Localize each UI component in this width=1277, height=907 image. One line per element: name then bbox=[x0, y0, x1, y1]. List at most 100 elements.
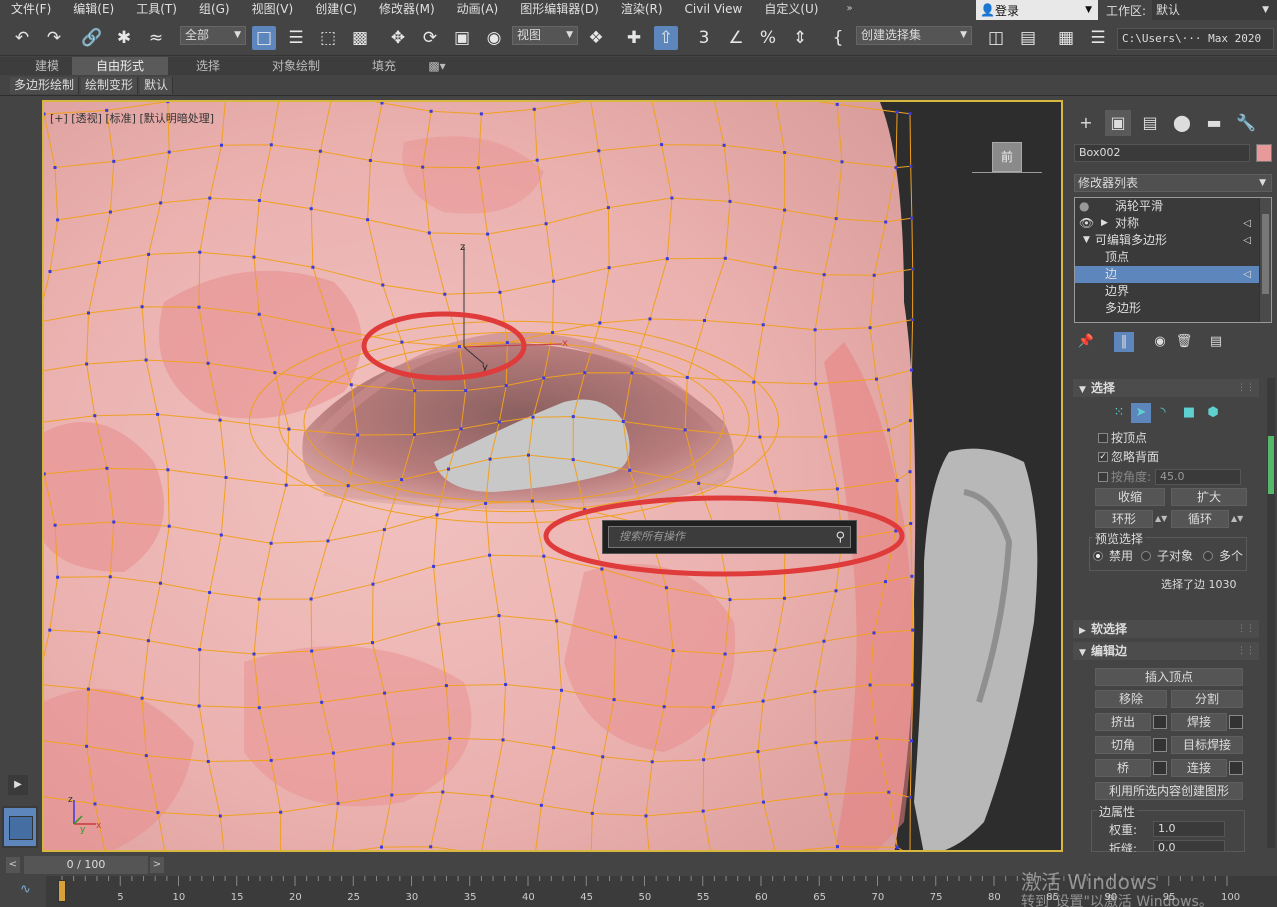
by-vertex-checkbox[interactable] bbox=[1098, 433, 1108, 443]
angle-snap-icon[interactable]: ∠ bbox=[724, 26, 748, 50]
select-by-name-icon[interactable]: ☰ bbox=[284, 26, 308, 50]
expand-icon[interactable]: ▶ bbox=[1101, 215, 1108, 232]
extrude-button[interactable]: 挤出 bbox=[1095, 713, 1151, 731]
menu-overflow-icon[interactable]: » bbox=[835, 0, 863, 20]
link-icon[interactable]: 🔗 bbox=[80, 26, 104, 50]
stack-item-symmetry[interactable]: 👁 ▶ 对称 ◁ bbox=[1075, 215, 1271, 232]
menu-item[interactable]: 文件(F) bbox=[0, 0, 62, 20]
weight-spinner[interactable]: 1.0 bbox=[1153, 821, 1225, 837]
ribbon-options-icon[interactable]: ▩▾ bbox=[424, 57, 450, 75]
menu-item[interactable]: 渲染(R) bbox=[610, 0, 674, 20]
remove-modifier-icon[interactable]: 🗑 bbox=[1174, 332, 1194, 352]
tab-freeform[interactable]: 自由形式 bbox=[72, 57, 168, 75]
undo-icon[interactable]: ↶ bbox=[10, 26, 34, 50]
expand-arrow-icon[interactable]: ▶ bbox=[8, 775, 28, 795]
project-path-field[interactable]: C:\Users\··· Max 2020 bbox=[1117, 28, 1274, 50]
move-icon[interactable]: ✥ bbox=[386, 26, 410, 50]
viewcube[interactable]: 前 bbox=[992, 142, 1022, 172]
pin-icon[interactable]: 📌 bbox=[1076, 332, 1096, 352]
reference-coord-dropdown[interactable]: 视图 ▼ bbox=[512, 26, 578, 45]
viewport-canvas[interactable]: z x y z x y bbox=[44, 102, 1063, 852]
split-button[interactable]: 分割 bbox=[1171, 690, 1243, 708]
grow-button[interactable]: 扩大 bbox=[1171, 488, 1247, 506]
stack-scrollbar[interactable] bbox=[1259, 198, 1271, 322]
mirror-icon[interactable]: ◫ bbox=[984, 26, 1008, 50]
window-crossing-icon[interactable]: ▩ bbox=[348, 26, 372, 50]
pin-stack-icon[interactable]: ◁ bbox=[1243, 266, 1251, 283]
rotate-icon[interactable]: ⟳ bbox=[418, 26, 442, 50]
keyboard-shortcut-override-icon[interactable]: ⇧ bbox=[654, 26, 678, 50]
workspace-dropdown[interactable]: 默认 ▼ bbox=[1152, 0, 1277, 20]
edge-level-icon[interactable]: ➤ bbox=[1131, 403, 1151, 423]
pin-stack-icon[interactable]: ◁ bbox=[1243, 215, 1251, 232]
chamfer-button[interactable]: 切角 bbox=[1095, 736, 1151, 754]
stack-item-turbosmooth[interactable]: ● 涡轮平滑 bbox=[1075, 198, 1271, 215]
prev-frame-icon[interactable]: < bbox=[6, 857, 20, 873]
modify-tab-icon[interactable]: ▣ bbox=[1105, 110, 1131, 136]
menu-item[interactable]: 动画(A) bbox=[446, 0, 510, 20]
connect-settings-icon[interactable] bbox=[1229, 761, 1243, 775]
drag-handle-icon[interactable]: ⋮⋮ bbox=[1237, 642, 1255, 660]
loop-spinner-icon[interactable]: ▲▼ bbox=[1231, 510, 1243, 528]
subtab-poly-draw[interactable]: 多边形绘制 bbox=[10, 77, 80, 94]
target-weld-button[interactable]: 目标焊接 bbox=[1171, 736, 1243, 754]
stack-subitem-vertex[interactable]: 顶点 bbox=[1075, 249, 1271, 266]
command-panel-scroll-thumb[interactable] bbox=[1268, 436, 1274, 494]
edit-edges-rollout-header[interactable]: ▼ 编辑边 ⋮⋮ bbox=[1073, 642, 1259, 660]
menu-item[interactable]: 视图(V) bbox=[241, 0, 305, 20]
configure-sets-icon[interactable]: ▤ bbox=[1206, 332, 1226, 352]
select-object-icon[interactable]: □ bbox=[252, 26, 276, 50]
curve-editor-icon[interactable]: ∿ bbox=[20, 882, 31, 897]
ignore-backfacing-checkbox[interactable]: ✓ bbox=[1098, 452, 1108, 462]
spinner-snap-icon[interactable]: ⇕ bbox=[788, 26, 812, 50]
insert-vertex-button[interactable]: 插入顶点 bbox=[1095, 668, 1243, 686]
shrink-button[interactable]: 收缩 bbox=[1095, 488, 1165, 506]
soft-selection-rollout-header[interactable]: ▶ 软选择 ⋮⋮ bbox=[1073, 620, 1259, 638]
menu-item[interactable]: 编辑(E) bbox=[62, 0, 125, 20]
extrude-settings-icon[interactable] bbox=[1153, 715, 1167, 729]
stack-scroll-thumb[interactable] bbox=[1262, 214, 1269, 294]
motion-tab-icon[interactable]: ⬤ bbox=[1169, 110, 1195, 136]
select-manipulate-icon[interactable]: ✚ bbox=[622, 26, 646, 50]
weld-button[interactable]: 焊接 bbox=[1171, 713, 1227, 731]
subtab-paint-deform[interactable]: 绘制变形 bbox=[81, 77, 139, 94]
percent-snap-icon[interactable]: % bbox=[756, 26, 780, 50]
eye-icon[interactable]: 👁 bbox=[1079, 215, 1094, 232]
unlink-icon[interactable]: ✱ bbox=[112, 26, 136, 50]
placement-icon[interactable]: ◉ bbox=[482, 26, 506, 50]
angle-spinner[interactable]: 45.0 bbox=[1155, 469, 1241, 485]
ring-button[interactable]: 环形 bbox=[1095, 510, 1153, 528]
loop-button[interactable]: 循环 bbox=[1171, 510, 1229, 528]
next-frame-icon[interactable]: > bbox=[150, 857, 164, 873]
time-slider[interactable]: < 0 / 100 > bbox=[6, 856, 164, 874]
subtab-default[interactable]: 默认 bbox=[140, 77, 174, 94]
redo-icon[interactable]: ↷ bbox=[42, 26, 66, 50]
preview-off-radio[interactable] bbox=[1093, 551, 1103, 561]
by-angle-checkbox[interactable] bbox=[1098, 472, 1108, 482]
bridge-button[interactable]: 桥 bbox=[1095, 759, 1151, 777]
stack-subitem-border[interactable]: 边界 bbox=[1075, 283, 1271, 300]
object-color-swatch[interactable] bbox=[1256, 144, 1272, 162]
eye-off-icon[interactable]: ● bbox=[1079, 198, 1089, 215]
chamfer-settings-icon[interactable] bbox=[1153, 738, 1167, 752]
border-level-icon[interactable]: ◝ bbox=[1153, 403, 1173, 423]
ring-spinner-icon[interactable]: ▲▼ bbox=[1155, 510, 1167, 528]
named-selection-dropdown[interactable]: 创建选择集 ▼ bbox=[856, 26, 972, 45]
scene-explorer-icon[interactable]: ▦ bbox=[1054, 26, 1078, 50]
hierarchy-tab-icon[interactable]: ▤ bbox=[1137, 110, 1163, 136]
menu-item[interactable]: 工具(T) bbox=[125, 0, 188, 20]
show-end-result-icon[interactable]: ‖ bbox=[1114, 332, 1134, 352]
pivot-center-icon[interactable]: ❖ bbox=[584, 26, 608, 50]
time-cursor[interactable] bbox=[58, 880, 66, 902]
element-level-icon[interactable]: ⬢ bbox=[1203, 403, 1223, 423]
crease-spinner[interactable]: 0.0 bbox=[1153, 840, 1225, 854]
menu-item[interactable]: 创建(C) bbox=[304, 0, 368, 20]
perspective-viewport[interactable]: z x y z x y [+] [透视] [标准] [默认明暗处理] 前 搜索所… bbox=[42, 100, 1063, 852]
stack-subitem-edge[interactable]: 边 ◁ bbox=[1075, 266, 1271, 283]
drag-handle-icon[interactable]: ⋮⋮ bbox=[1237, 379, 1255, 397]
bridge-settings-icon[interactable] bbox=[1153, 761, 1167, 775]
rect-selection-region-icon[interactable]: ⬚ bbox=[316, 26, 340, 50]
login-dropdown[interactable]: 👤 登录 ▼ bbox=[976, 0, 1098, 20]
drag-handle-icon[interactable]: ⋮⋮ bbox=[1237, 620, 1255, 638]
viewcube-compass[interactable] bbox=[972, 172, 1042, 178]
